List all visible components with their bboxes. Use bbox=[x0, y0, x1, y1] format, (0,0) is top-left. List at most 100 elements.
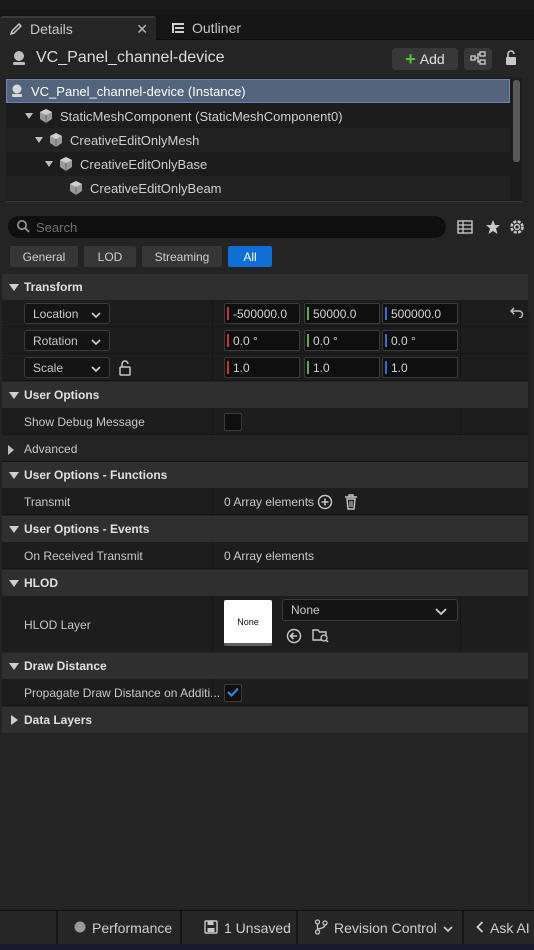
reset-to-default-icon[interactable] bbox=[509, 306, 524, 321]
transform-rotation-row: Rotation 0.0 ° 0.0 ° 0.0 ° bbox=[2, 327, 528, 354]
ask-ai-button[interactable]: Ask AI bbox=[476, 911, 530, 945]
location-y-field[interactable]: 50000.0 bbox=[304, 303, 380, 324]
lock-button[interactable] bbox=[500, 48, 522, 70]
tree-scrollbar[interactable] bbox=[513, 80, 520, 162]
advanced-row[interactable]: Advanced bbox=[2, 435, 528, 462]
location-x-field[interactable]: -500000.0 bbox=[224, 303, 300, 324]
tree-item-editonlymesh[interactable]: CreativeEditOnlyMesh bbox=[6, 128, 510, 152]
show-debug-checkbox[interactable] bbox=[224, 413, 242, 431]
section-user-options-functions[interactable]: User Options - Functions bbox=[2, 462, 528, 488]
hierarchy-icon bbox=[470, 50, 486, 68]
revision-control-button[interactable]: Revision Control bbox=[314, 911, 453, 945]
section-hlod[interactable]: HLOD bbox=[2, 570, 528, 596]
gear-icon[interactable] bbox=[508, 218, 526, 236]
column-divider bbox=[212, 354, 213, 380]
status-divider bbox=[296, 911, 298, 945]
propagate-checkbox[interactable] bbox=[224, 684, 242, 702]
browse-folder-icon[interactable] bbox=[312, 627, 330, 646]
search-input[interactable] bbox=[36, 219, 416, 235]
location-y-value: 50000.0 bbox=[313, 306, 357, 321]
trash-icon[interactable] bbox=[342, 493, 360, 511]
scale-mode-dropdown[interactable]: Scale bbox=[24, 357, 110, 378]
star-icon[interactable] bbox=[484, 218, 502, 236]
expand-triangle-icon[interactable] bbox=[44, 161, 54, 167]
status-divider bbox=[462, 911, 464, 945]
rotation-y-value: 0.0 ° bbox=[313, 333, 338, 348]
section-title: User Options - Events bbox=[24, 522, 150, 536]
tab-details[interactable]: Details ✕ bbox=[0, 16, 156, 40]
on-received-label: On Received Transmit bbox=[24, 549, 143, 563]
filter-lod[interactable]: LOD bbox=[84, 246, 136, 267]
scale-y-field[interactable]: 1.0 bbox=[304, 357, 380, 378]
unlock-icon[interactable] bbox=[118, 360, 132, 379]
hlod-asset-thumbnail[interactable]: None bbox=[224, 600, 272, 646]
rotation-y-field[interactable]: 0.0 ° bbox=[304, 330, 380, 351]
search-row bbox=[0, 212, 534, 240]
z-axis-marker bbox=[385, 361, 387, 374]
z-axis-marker bbox=[385, 307, 387, 320]
close-icon[interactable]: ✕ bbox=[136, 21, 148, 38]
location-mode-dropdown[interactable]: Location bbox=[24, 303, 110, 324]
section-draw-distance[interactable]: Draw Distance bbox=[2, 653, 528, 679]
hlod-combo-value: None bbox=[291, 603, 320, 617]
panel-scrollbar-track[interactable] bbox=[528, 312, 530, 912]
unsaved-label: 1 Unsaved bbox=[224, 920, 291, 936]
scale-z-field[interactable]: 1.0 bbox=[382, 357, 458, 378]
tab-details-label: Details bbox=[30, 21, 73, 37]
section-user-options[interactable]: User Options bbox=[2, 382, 528, 408]
tree-item-editonlybeam[interactable]: CreativeEditOnlyBeam bbox=[6, 176, 510, 200]
add-element-icon[interactable] bbox=[316, 493, 334, 511]
add-label: Add bbox=[419, 51, 445, 67]
use-selected-asset-icon[interactable] bbox=[286, 628, 302, 647]
section-user-options-events[interactable]: User Options - Events bbox=[2, 516, 528, 542]
rotation-mode-dropdown[interactable]: Rotation bbox=[24, 330, 110, 351]
rotation-z-field[interactable]: 0.0 ° bbox=[382, 330, 458, 351]
column-divider bbox=[460, 327, 461, 353]
column-divider bbox=[212, 300, 213, 326]
search-box[interactable] bbox=[8, 216, 446, 238]
expand-triangle-icon[interactable] bbox=[24, 113, 34, 119]
expand-triangle-icon[interactable] bbox=[34, 137, 44, 143]
rotation-x-value: 0.0 ° bbox=[233, 333, 258, 348]
location-z-value: 500000.0 bbox=[391, 306, 442, 321]
performance-button[interactable]: Performance bbox=[74, 911, 172, 945]
unlock-icon bbox=[504, 49, 518, 69]
section-data-layers[interactable]: Data Layers bbox=[2, 707, 528, 733]
transmit-label: Transmit bbox=[24, 495, 71, 509]
rotation-z-value: 0.0 ° bbox=[391, 333, 416, 348]
section-title: User Options - Functions bbox=[24, 468, 168, 482]
property-matrix-icon[interactable] bbox=[456, 218, 474, 236]
chevron-down-icon bbox=[443, 920, 453, 936]
add-component-button[interactable]: + Add bbox=[392, 48, 458, 70]
show-debug-label: Show Debug Message bbox=[24, 415, 145, 429]
status-bar: Performance 1 Unsaved Revision Control A… bbox=[0, 910, 534, 945]
checkmark-icon bbox=[227, 686, 239, 700]
collapse-triangle-icon bbox=[6, 471, 22, 479]
column-divider bbox=[212, 679, 213, 705]
x-axis-marker bbox=[227, 334, 229, 347]
plus-icon: + bbox=[405, 49, 416, 69]
filter-general[interactable]: General bbox=[10, 246, 78, 267]
chevron-down-icon bbox=[435, 605, 447, 619]
scale-x-field[interactable]: 1.0 bbox=[224, 357, 300, 378]
on-received-value: 0 Array elements bbox=[224, 549, 315, 563]
tree-item-staticmeshcomponent[interactable]: StaticMeshComponent (StaticMeshComponent… bbox=[6, 104, 510, 128]
location-z-field[interactable]: 500000.0 bbox=[382, 303, 458, 324]
rotation-x-field[interactable]: 0.0 ° bbox=[224, 330, 300, 351]
filter-streaming[interactable]: Streaming bbox=[142, 246, 222, 267]
tab-outliner[interactable]: Outliner bbox=[162, 16, 272, 40]
ask-ai-label: Ask AI bbox=[490, 920, 530, 936]
tree-item-instance[interactable]: VC_Panel_channel-device (Instance) bbox=[6, 79, 510, 103]
blueprint-hierarchy-button[interactable] bbox=[464, 48, 492, 70]
section-transform[interactable]: Transform bbox=[2, 274, 528, 300]
propagate-draw-distance-row: Propagate Draw Distance on Additi... bbox=[2, 679, 528, 706]
hlod-layer-dropdown[interactable]: None bbox=[282, 599, 458, 621]
revision-control-label: Revision Control bbox=[334, 920, 437, 936]
tree-item-editonlybase[interactable]: CreativeEditOnlyBase bbox=[6, 152, 510, 176]
details-panel: VC_Panel_channel-device + Add VC_Panel_c… bbox=[0, 40, 534, 912]
collapse-triangle-icon bbox=[6, 525, 22, 533]
unsaved-button[interactable]: 1 Unsaved bbox=[204, 911, 291, 945]
section-title: Draw Distance bbox=[24, 659, 107, 673]
tree-item-label: StaticMeshComponent (StaticMeshComponent… bbox=[60, 108, 343, 124]
filter-all[interactable]: All bbox=[228, 246, 272, 267]
